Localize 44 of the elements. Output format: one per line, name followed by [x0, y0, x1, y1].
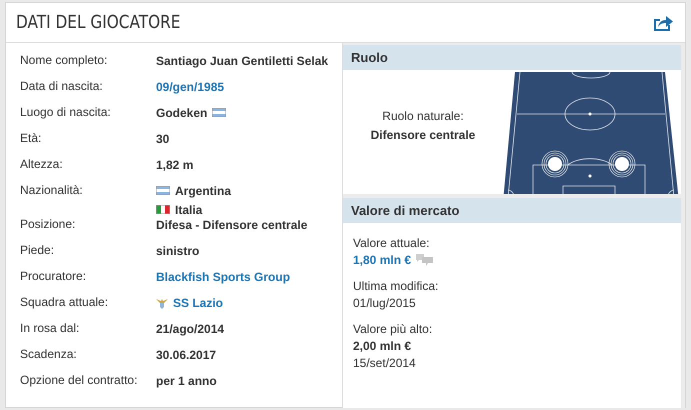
page-title: DATI DEL GIOCATORE	[16, 12, 180, 33]
share-icon[interactable]	[653, 14, 673, 30]
field-label: Procuratore:	[20, 269, 88, 284]
field-value: per 1 anno	[156, 374, 217, 388]
field-value: 30	[156, 132, 170, 146]
value-text: 01/lug/2015	[353, 296, 416, 310]
field-link[interactable]: 09/gen/1985	[156, 80, 224, 94]
italy-flag-icon	[156, 205, 170, 214]
role-label: Ruolo naturale:	[382, 108, 464, 122]
value-label: Ultima modifica:	[353, 279, 438, 293]
value-text: 2,00 mln €	[353, 339, 412, 353]
section-title: Ruolo	[343, 45, 681, 70]
eagle-crest-icon	[156, 296, 168, 308]
field-label: Piede:	[20, 243, 56, 258]
field-label: Scadenza:	[20, 347, 78, 362]
field-value: 21/ago/2014	[156, 322, 224, 336]
value-label: Valore attuale:	[353, 236, 430, 250]
field-label: Nome completo:	[20, 53, 108, 68]
field-label: Opzione del contratto:	[20, 373, 138, 388]
field-label: Posizione:	[20, 217, 76, 232]
field-label: Altezza:	[20, 157, 64, 172]
field-label: Età:	[20, 131, 42, 146]
field-value: Godeken	[156, 106, 208, 120]
section-title: Valore di mercato	[343, 198, 681, 223]
value-link[interactable]: 1,80 mln €	[353, 253, 412, 267]
field-label: Nazionalità:	[20, 183, 84, 198]
field-value: Difesa - Difensore centrale	[156, 218, 308, 232]
field-value: Santiago Juan Gentiletti Selak	[156, 54, 328, 68]
field-value: sinistro	[156, 244, 200, 258]
field-value: Argentina	[175, 184, 232, 198]
value-text: 15/set/2014	[353, 356, 416, 370]
role-value: Difensore centrale	[370, 128, 476, 142]
argentina-flag-icon	[156, 186, 170, 195]
field-label: Squadra attuale:	[20, 295, 110, 310]
club-link[interactable]: SS Lazio	[173, 296, 224, 310]
field-value: Italia	[175, 202, 202, 216]
field-label: Data di nascita:	[20, 79, 104, 94]
argentina-flag-icon	[212, 108, 226, 117]
field-label: In rosa dal:	[20, 321, 80, 336]
field-link[interactable]: Blackfish Sports Group	[156, 270, 290, 284]
value-label: Valore più alto:	[353, 322, 432, 336]
field-value: 30.06.2017	[156, 348, 216, 362]
field-label: Luogo di nascita:	[20, 105, 112, 120]
field-value: 1,82 m	[156, 158, 194, 172]
